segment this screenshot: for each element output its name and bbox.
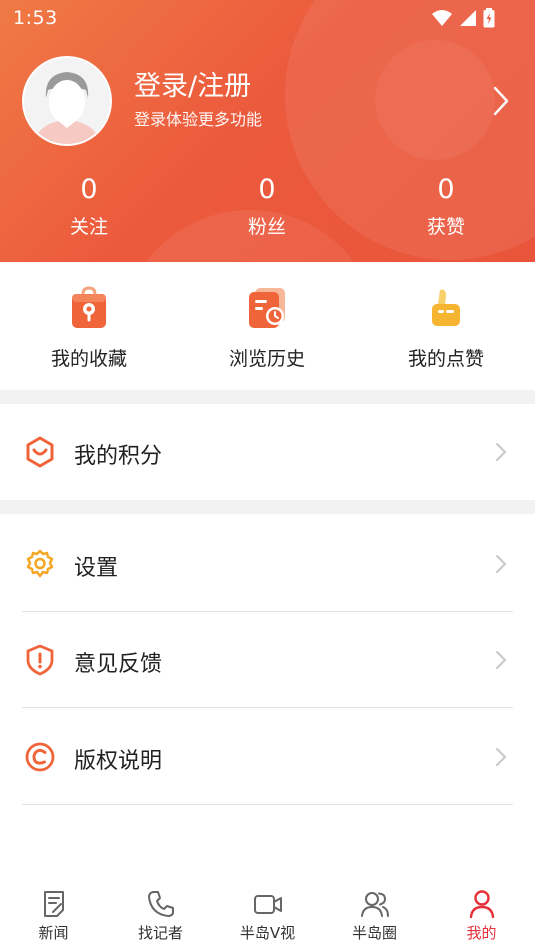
stat-label: 粉丝 (247, 216, 286, 238)
menu-row-points[interactable]: 我的积分 (0, 404, 535, 500)
quick-history[interactable]: 浏览历史 (197, 286, 337, 371)
chevron-right-icon (496, 651, 506, 669)
section-gap (0, 500, 535, 514)
wifi-icon (432, 10, 452, 26)
favorites-bag-icon (72, 286, 106, 328)
phone-icon (147, 891, 174, 917)
divider (22, 804, 513, 805)
stat-followers[interactable]: 0 粉丝 (207, 172, 327, 239)
status-time: 1:53 (13, 7, 58, 29)
divider (22, 707, 513, 708)
feedback-shield-icon (26, 644, 54, 676)
nav-label: 新闻 (38, 924, 69, 942)
section-gap (0, 390, 535, 404)
battery-icon (483, 8, 495, 28)
video-icon (253, 895, 282, 914)
quick-label: 我的点赞 (407, 348, 484, 370)
community-icon (360, 892, 389, 917)
menu-label: 设置 (74, 556, 119, 581)
news-icon (43, 891, 64, 917)
nav-news[interactable]: 新闻 (0, 888, 107, 943)
copyright-icon (25, 742, 55, 772)
stat-following[interactable]: 0 关注 (29, 172, 149, 239)
nav-label: 找记者 (137, 924, 183, 942)
quick-favorites[interactable]: 我的收藏 (19, 286, 159, 371)
menu-label: 意见反馈 (74, 652, 163, 677)
settings-gear-icon (26, 549, 54, 578)
stat-value: 0 (437, 174, 455, 205)
profile-header: 1:53 登录/注册 登录体验更多功能 0 关注 0 粉丝 0 获赞 (0, 0, 535, 262)
thumbs-up-icon (432, 289, 460, 326)
quick-likes[interactable]: 我的点赞 (376, 286, 516, 371)
nav-label: 半岛圈 (351, 924, 397, 942)
chevron-right-icon (496, 555, 506, 573)
chevron-right-icon (496, 443, 506, 461)
menu-row-settings[interactable]: 设置 (0, 516, 535, 612)
menu-label: 版权说明 (74, 749, 163, 774)
avatar[interactable] (22, 56, 112, 146)
default-avatar-icon (24, 58, 110, 144)
quick-label: 我的收藏 (50, 348, 127, 370)
history-clock-icon (249, 288, 285, 328)
login-subtitle: 登录体验更多功能 (134, 110, 263, 129)
nav-community[interactable]: 半岛圈 (321, 888, 428, 943)
bottom-nav: 新闻 找记者 半岛V视 半岛圈 我的 (0, 880, 535, 951)
points-hexagon-icon (26, 436, 54, 468)
status-icons (431, 8, 495, 28)
menu-row-copyright[interactable]: 版权说明 (0, 709, 535, 805)
quick-label: 浏览历史 (228, 348, 305, 370)
chevron-right-icon (496, 748, 506, 766)
signal-icon (460, 10, 476, 26)
chevron-right-icon[interactable] (493, 86, 509, 116)
nav-video[interactable]: 半岛V视 (214, 888, 321, 943)
stat-value: 0 (258, 174, 276, 205)
nav-label: 我的 (466, 924, 497, 942)
login-title[interactable]: 登录/注册 (134, 64, 251, 103)
status-bar: 1:53 (0, 0, 535, 36)
nav-label: 半岛V视 (239, 924, 296, 942)
nav-mine[interactable]: 我的 (428, 888, 535, 943)
quick-actions: 我的收藏 浏览历史 我的点赞 (0, 262, 535, 390)
stat-likes[interactable]: 0 获赞 (386, 172, 506, 239)
stat-label: 关注 (69, 216, 108, 238)
menu-label: 我的积分 (74, 444, 163, 469)
nav-find-reporter[interactable]: 找记者 (107, 888, 214, 943)
stat-value: 0 (80, 174, 98, 205)
menu-row-feedback[interactable]: 意见反馈 (0, 612, 535, 708)
header-decoration (375, 40, 495, 160)
profile-stats: 0 关注 0 粉丝 0 获赞 (0, 172, 535, 252)
profile-icon (469, 890, 494, 919)
stat-label: 获赞 (426, 216, 465, 238)
